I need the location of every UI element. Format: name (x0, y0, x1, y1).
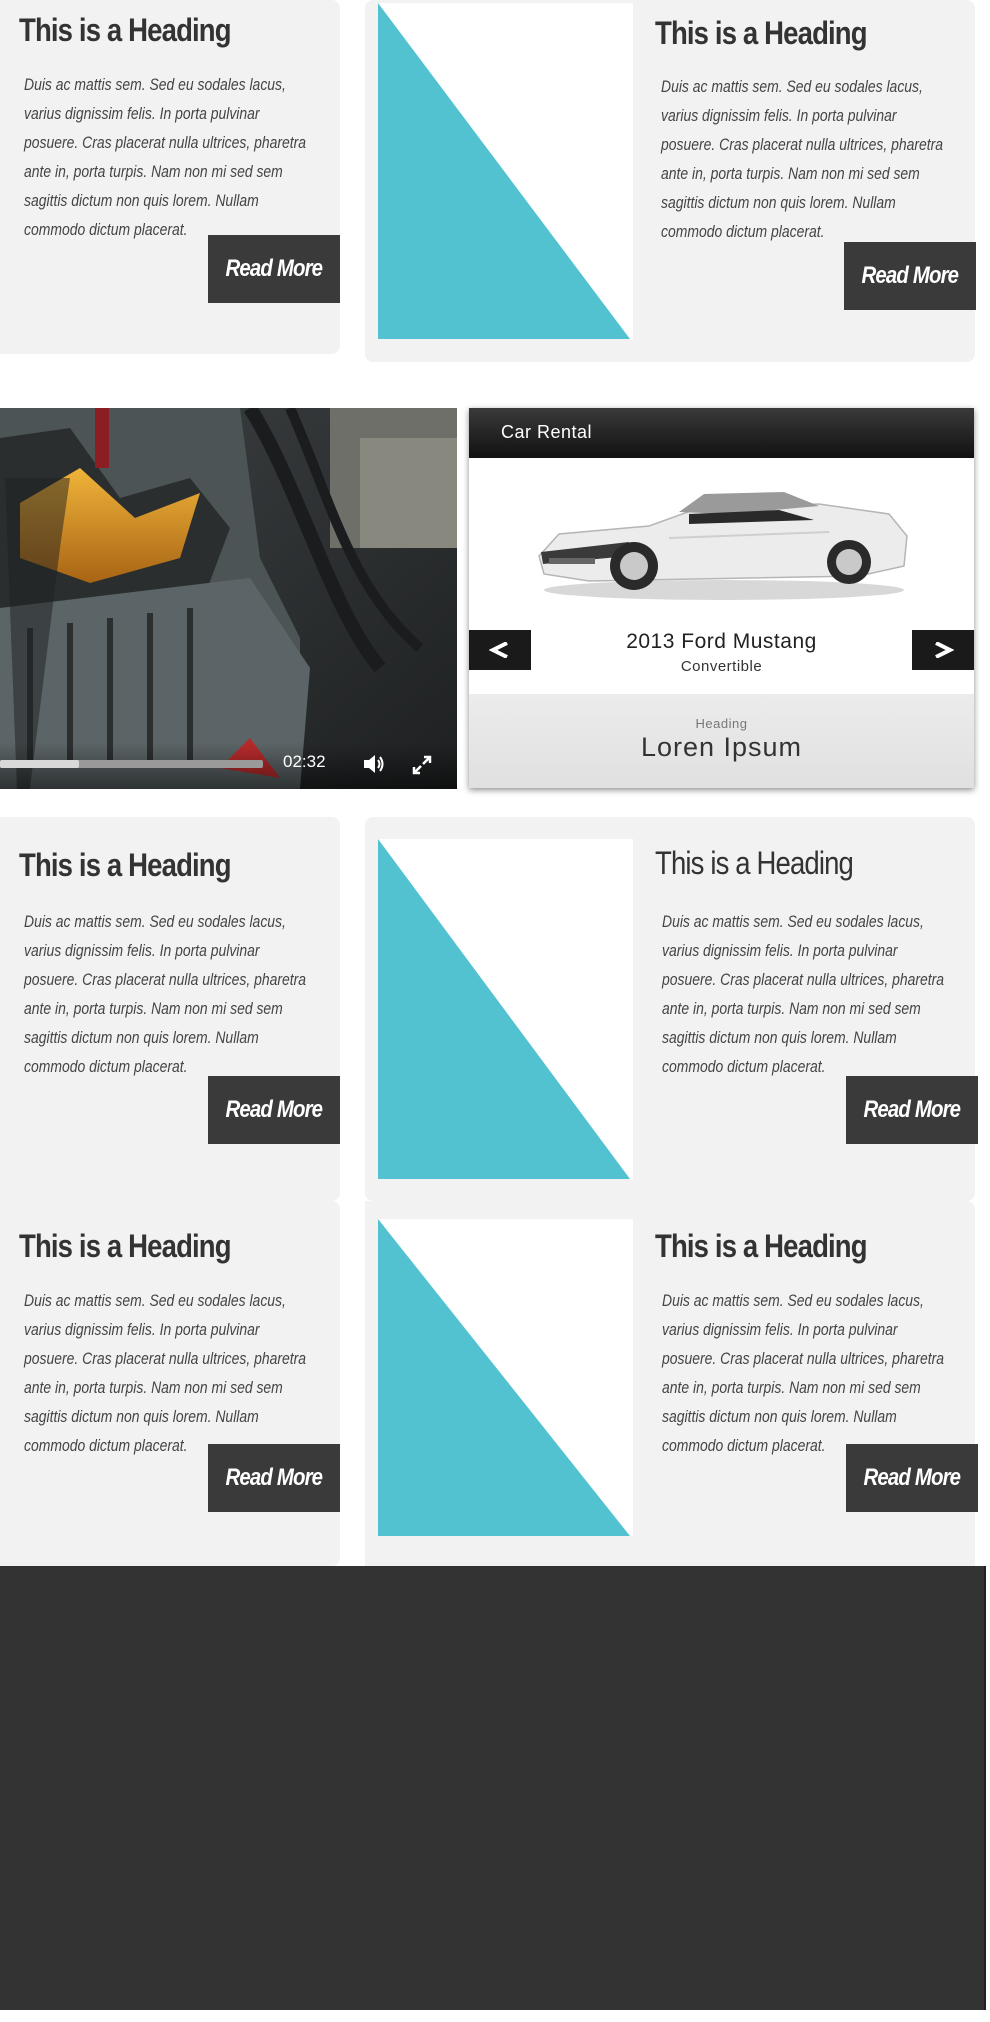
content-card: This is a Heading Duis ac mattis sem. Se… (0, 817, 340, 1201)
card-heading: This is a Heading (655, 845, 854, 881)
card-body: Duis ac mattis sem. Sed eu sodales lacus… (24, 75, 307, 239)
content-card: This is a Heading Duis ac mattis sem. Se… (365, 817, 978, 1201)
read-more-label: Read More (225, 1464, 323, 1491)
read-more-button[interactable]: Read More (844, 242, 976, 310)
footer-label: Heading (695, 716, 748, 731)
card-image (378, 839, 633, 1179)
car-type: Convertible (680, 658, 763, 675)
volume-icon[interactable] (362, 753, 386, 775)
card-heading: This is a Heading (19, 847, 232, 883)
content-card: This is a Heading Duis ac mattis sem. Se… (365, 0, 976, 362)
card-body: Duis ac mattis sem. Sed eu sodales lacus… (662, 912, 945, 1076)
read-more-button[interactable]: Read More (208, 235, 340, 303)
card-image (378, 3, 633, 339)
content-card: This is a Heading Duis ac mattis sem. Se… (0, 0, 340, 354)
car-rental-title: Car Rental (501, 422, 593, 442)
read-more-label: Read More (861, 262, 959, 289)
read-more-label: Read More (863, 1464, 961, 1491)
read-more-label: Read More (863, 1096, 961, 1123)
triangle-graphic (378, 1219, 630, 1536)
card-image (378, 1219, 633, 1536)
car-image (538, 492, 908, 600)
fullscreen-icon[interactable] (412, 755, 432, 775)
card-body: Duis ac mattis sem. Sed eu sodales lacus… (661, 77, 944, 241)
content-card: This is a Heading Duis ac mattis sem. Se… (365, 1201, 978, 1566)
read-more-button[interactable]: Read More (846, 1076, 978, 1144)
triangle-graphic (378, 839, 630, 1179)
read-more-button[interactable]: Read More (846, 1444, 978, 1512)
card-heading: This is a Heading (655, 1228, 868, 1264)
card-body: Duis ac mattis sem. Sed eu sodales lacus… (662, 1291, 945, 1455)
content-card: This is a Heading Duis ac mattis sem. Se… (0, 1201, 340, 1566)
read-more-button[interactable]: Read More (208, 1444, 340, 1512)
read-more-label: Read More (225, 255, 323, 282)
card-body: Duis ac mattis sem. Sed eu sodales lacus… (24, 1291, 307, 1455)
car-rental-header: Car Rental (469, 408, 974, 458)
page-footer (0, 1566, 986, 2010)
card-heading: This is a Heading (19, 12, 232, 48)
read-more-button[interactable]: Read More (208, 1076, 340, 1144)
video-time: 02:32 (283, 752, 326, 771)
card-body: Duis ac mattis sem. Sed eu sodales lacus… (24, 912, 307, 1076)
video-player[interactable]: 02:32 (0, 408, 457, 789)
card-heading: This is a Heading (655, 15, 868, 51)
read-more-label: Read More (225, 1096, 323, 1123)
video-progress-played (0, 760, 79, 768)
card-heading: This is a Heading (19, 1228, 232, 1264)
triangle-graphic (378, 3, 630, 339)
car-rental-footer: Heading Loren Ipsum (469, 694, 974, 788)
video-thumbnail (0, 408, 457, 789)
car-rental-widget: Car Rental 2013 Ford Mustang Convertible… (469, 408, 974, 788)
footer-title: Loren Ipsum (640, 732, 803, 762)
car-name: 2013 Ford Mustang (626, 630, 817, 653)
